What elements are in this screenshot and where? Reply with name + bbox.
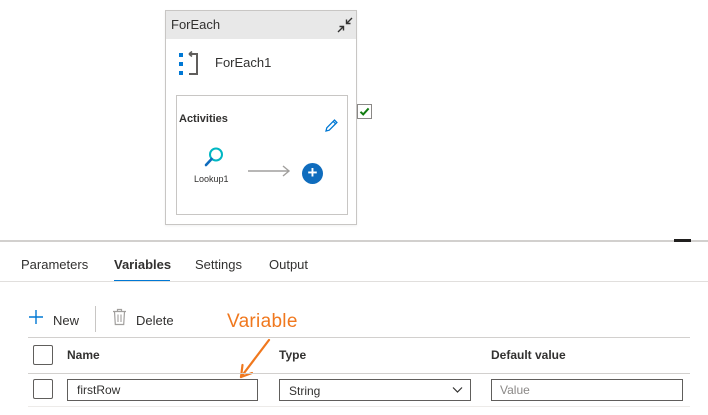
connector-arrow-icon <box>248 165 291 177</box>
annotation-arrow-icon <box>239 338 271 379</box>
table-header-border <box>28 373 690 374</box>
variable-type-select[interactable]: String <box>279 379 471 401</box>
tab-parameters[interactable]: Parameters <box>21 257 88 272</box>
foreach-icon <box>179 51 198 75</box>
minimize-pane-icon[interactable] <box>674 239 691 242</box>
activities-label: Activities <box>179 113 228 125</box>
column-header-default-value: Default value <box>491 348 566 362</box>
lookup-activity-label: Lookup1 <box>194 174 229 184</box>
add-activity-button[interactable]: + <box>302 163 323 184</box>
chevron-down-icon <box>452 387 463 393</box>
lookup-icon[interactable] <box>203 146 225 168</box>
row-select-checkbox[interactable] <box>33 379 53 399</box>
delete-button-label: Delete <box>136 313 174 328</box>
tab-settings[interactable]: Settings <box>195 257 242 272</box>
default-value-input[interactable] <box>491 379 683 401</box>
activities-panel: Activities Lookup1 + <box>176 95 348 215</box>
trash-icon <box>113 308 126 326</box>
collapse-icon[interactable] <box>336 16 354 34</box>
table-row-border <box>28 406 690 407</box>
annotation-label: Variable <box>227 311 298 332</box>
plus-icon <box>29 310 43 324</box>
foreach-activity-name: ForEach1 <box>215 55 272 70</box>
foreach-type-title: ForEach <box>171 17 221 32</box>
tab-variables[interactable]: Variables <box>114 257 171 272</box>
table-top-border <box>28 337 690 338</box>
edit-pencil-icon[interactable] <box>324 118 339 133</box>
toolbar-divider <box>95 306 96 332</box>
tabs-divider <box>0 281 708 282</box>
variable-type-value: String <box>289 384 321 398</box>
column-header-name: Name <box>67 348 100 362</box>
check-icon[interactable] <box>357 104 372 119</box>
column-header-type: Type <box>279 348 307 362</box>
foreach-activity-box[interactable]: ForEach ForEach1 Activities Lookup1 + <box>165 10 357 225</box>
new-button-label: New <box>53 313 80 328</box>
tab-output[interactable]: Output <box>269 257 308 272</box>
pane-splitter[interactable] <box>0 240 708 242</box>
variable-name-input[interactable] <box>67 379 258 401</box>
select-all-checkbox[interactable] <box>33 345 53 365</box>
